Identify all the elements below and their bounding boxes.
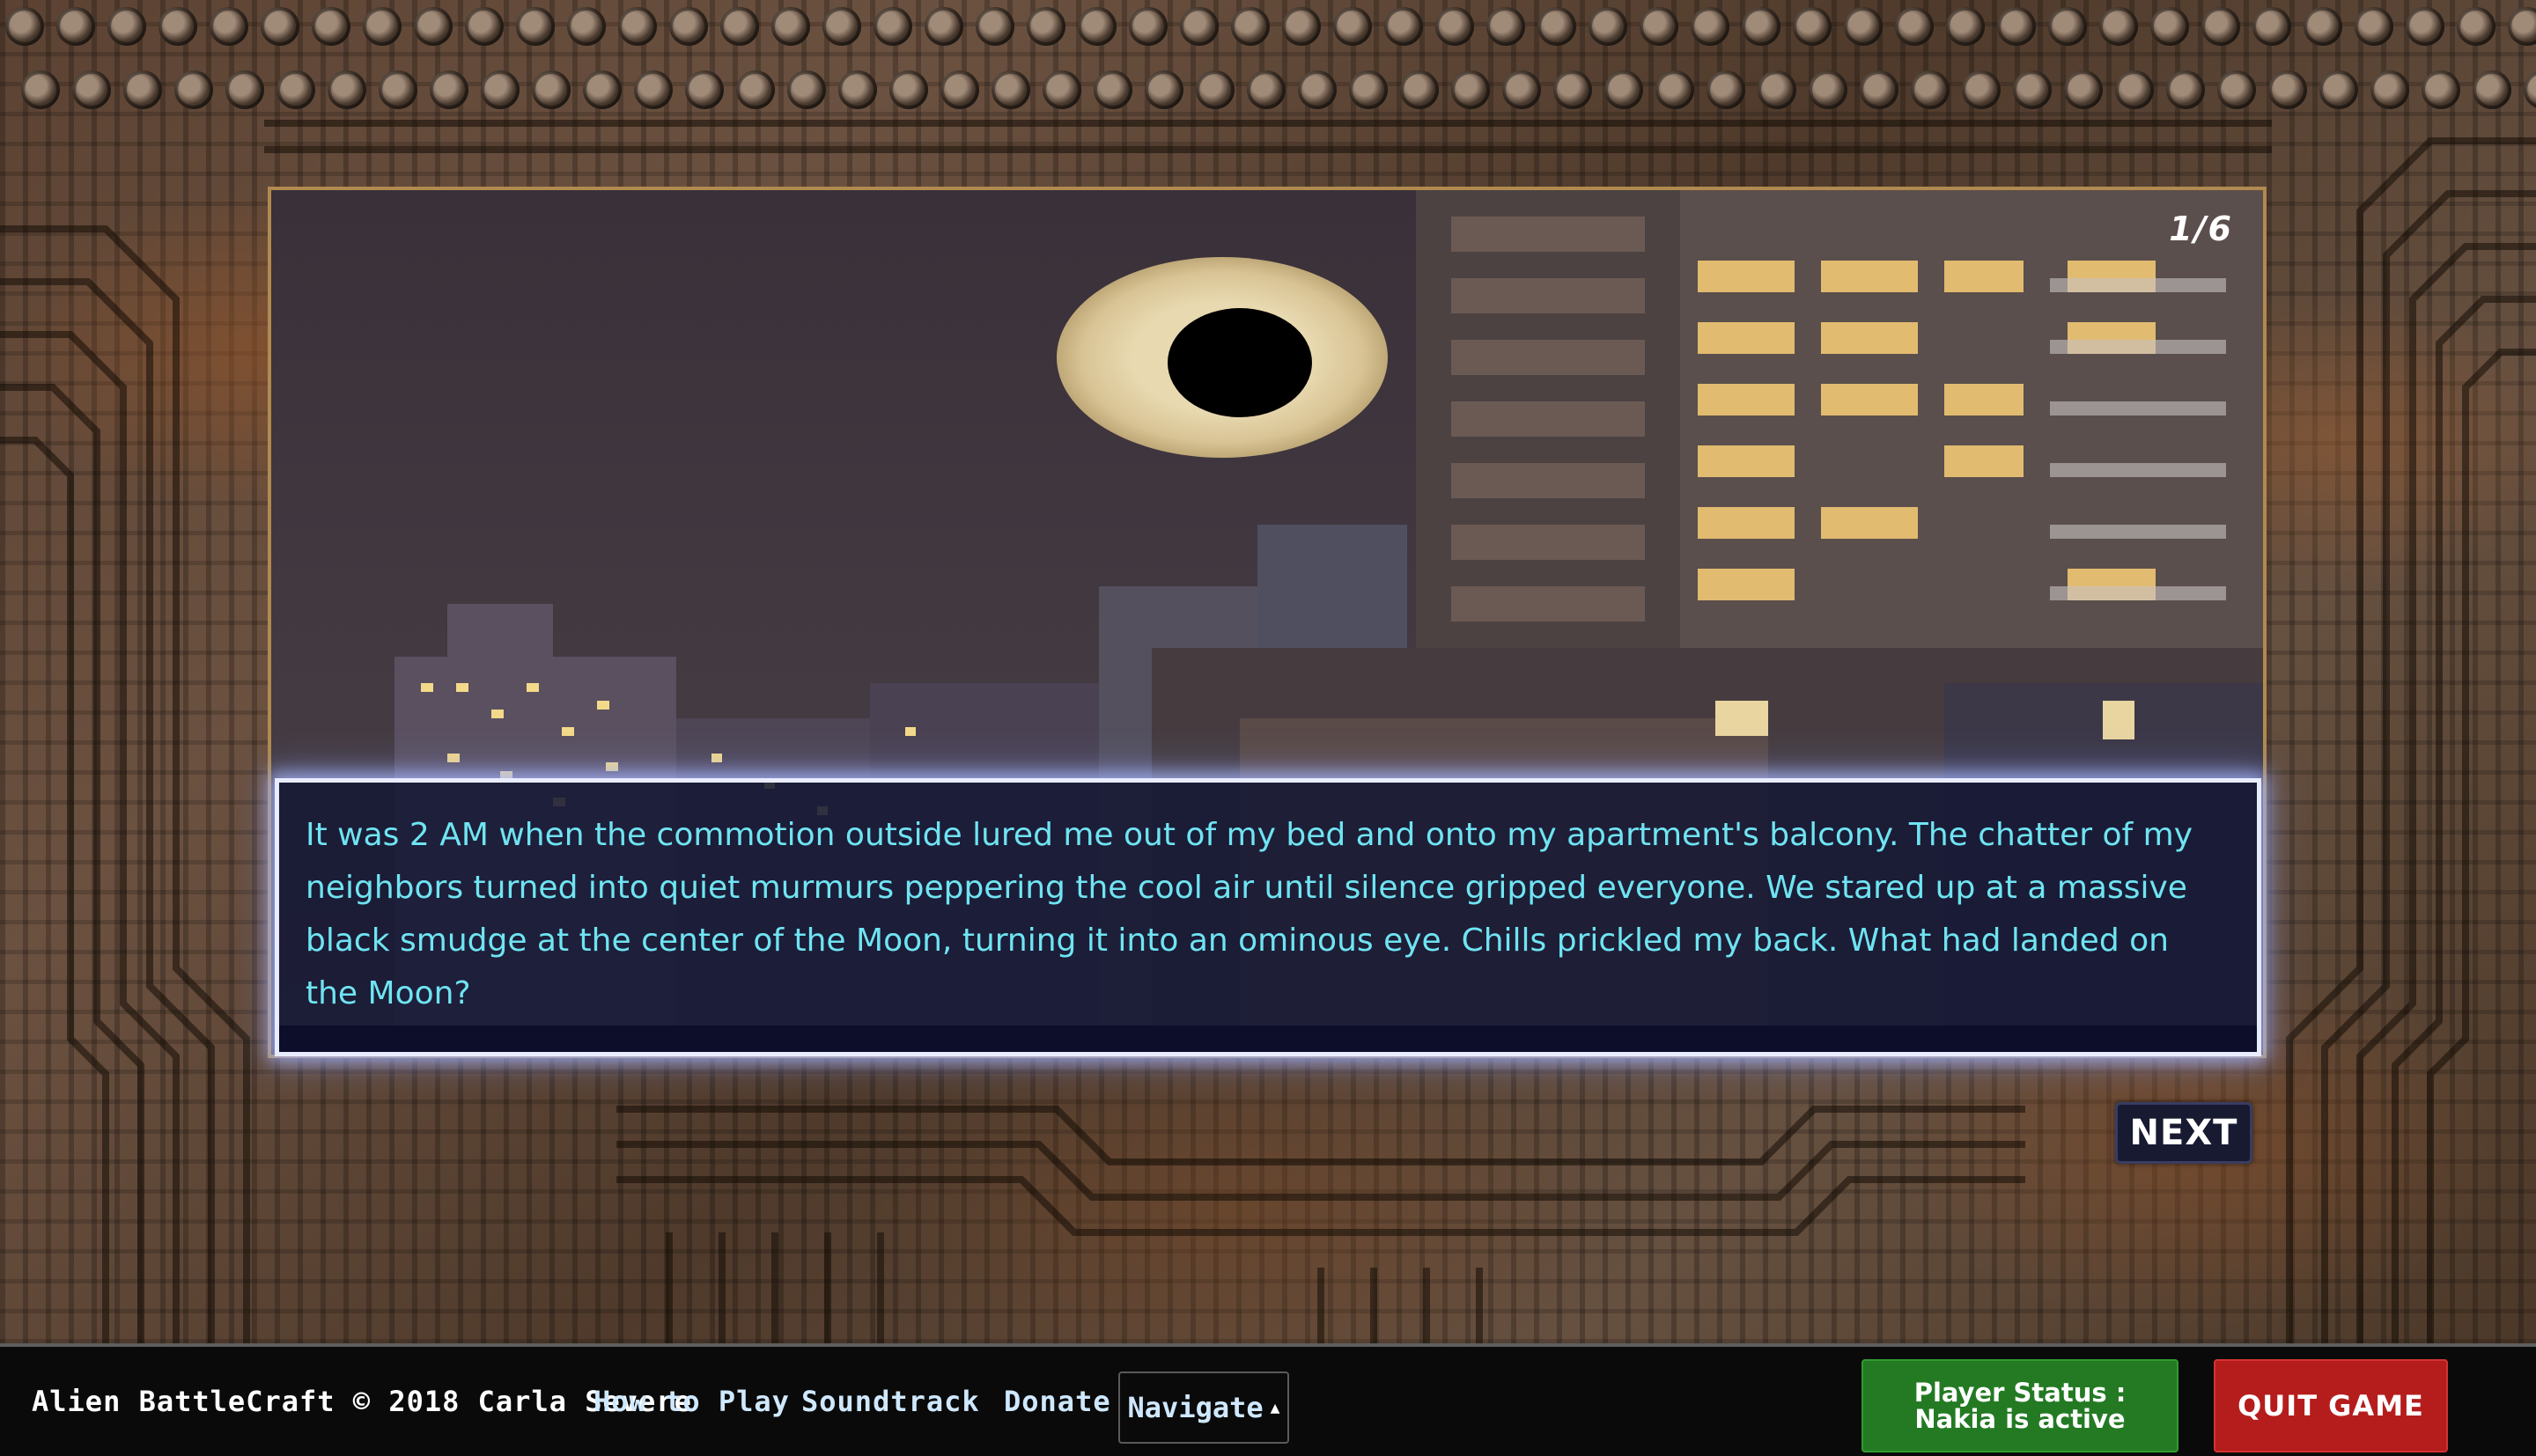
navigate-dropdown[interactable]: Navigate ▲ [1118, 1371, 1289, 1444]
narration-box: It was 2 AM when the commotion outside l… [275, 778, 2261, 1056]
page-counter: 1/6 [2169, 210, 2233, 248]
caret-up-icon: ▲ [1270, 1398, 1280, 1417]
quit-game-button[interactable]: QUIT GAME [2214, 1359, 2448, 1452]
narration-text: It was 2 AM when the commotion outside l… [306, 817, 2193, 1011]
next-button[interactable]: NEXT [2115, 1102, 2252, 1164]
donate-link[interactable]: Donate [1004, 1347, 1111, 1456]
player-status-label: Player Status : [1913, 1378, 2127, 1408]
player-status-button[interactable]: Player Status : Nakia is active [1861, 1359, 2178, 1452]
soundtrack-link[interactable]: Soundtrack [801, 1347, 980, 1456]
navigate-label: Navigate [1127, 1391, 1264, 1424]
how-to-play-link[interactable]: How to Play [593, 1347, 790, 1456]
player-status-value: Nakia is active [1914, 1404, 2126, 1434]
footer-bar: Alien BattleCraft © 2018 Carla Severe Ho… [0, 1343, 2536, 1456]
